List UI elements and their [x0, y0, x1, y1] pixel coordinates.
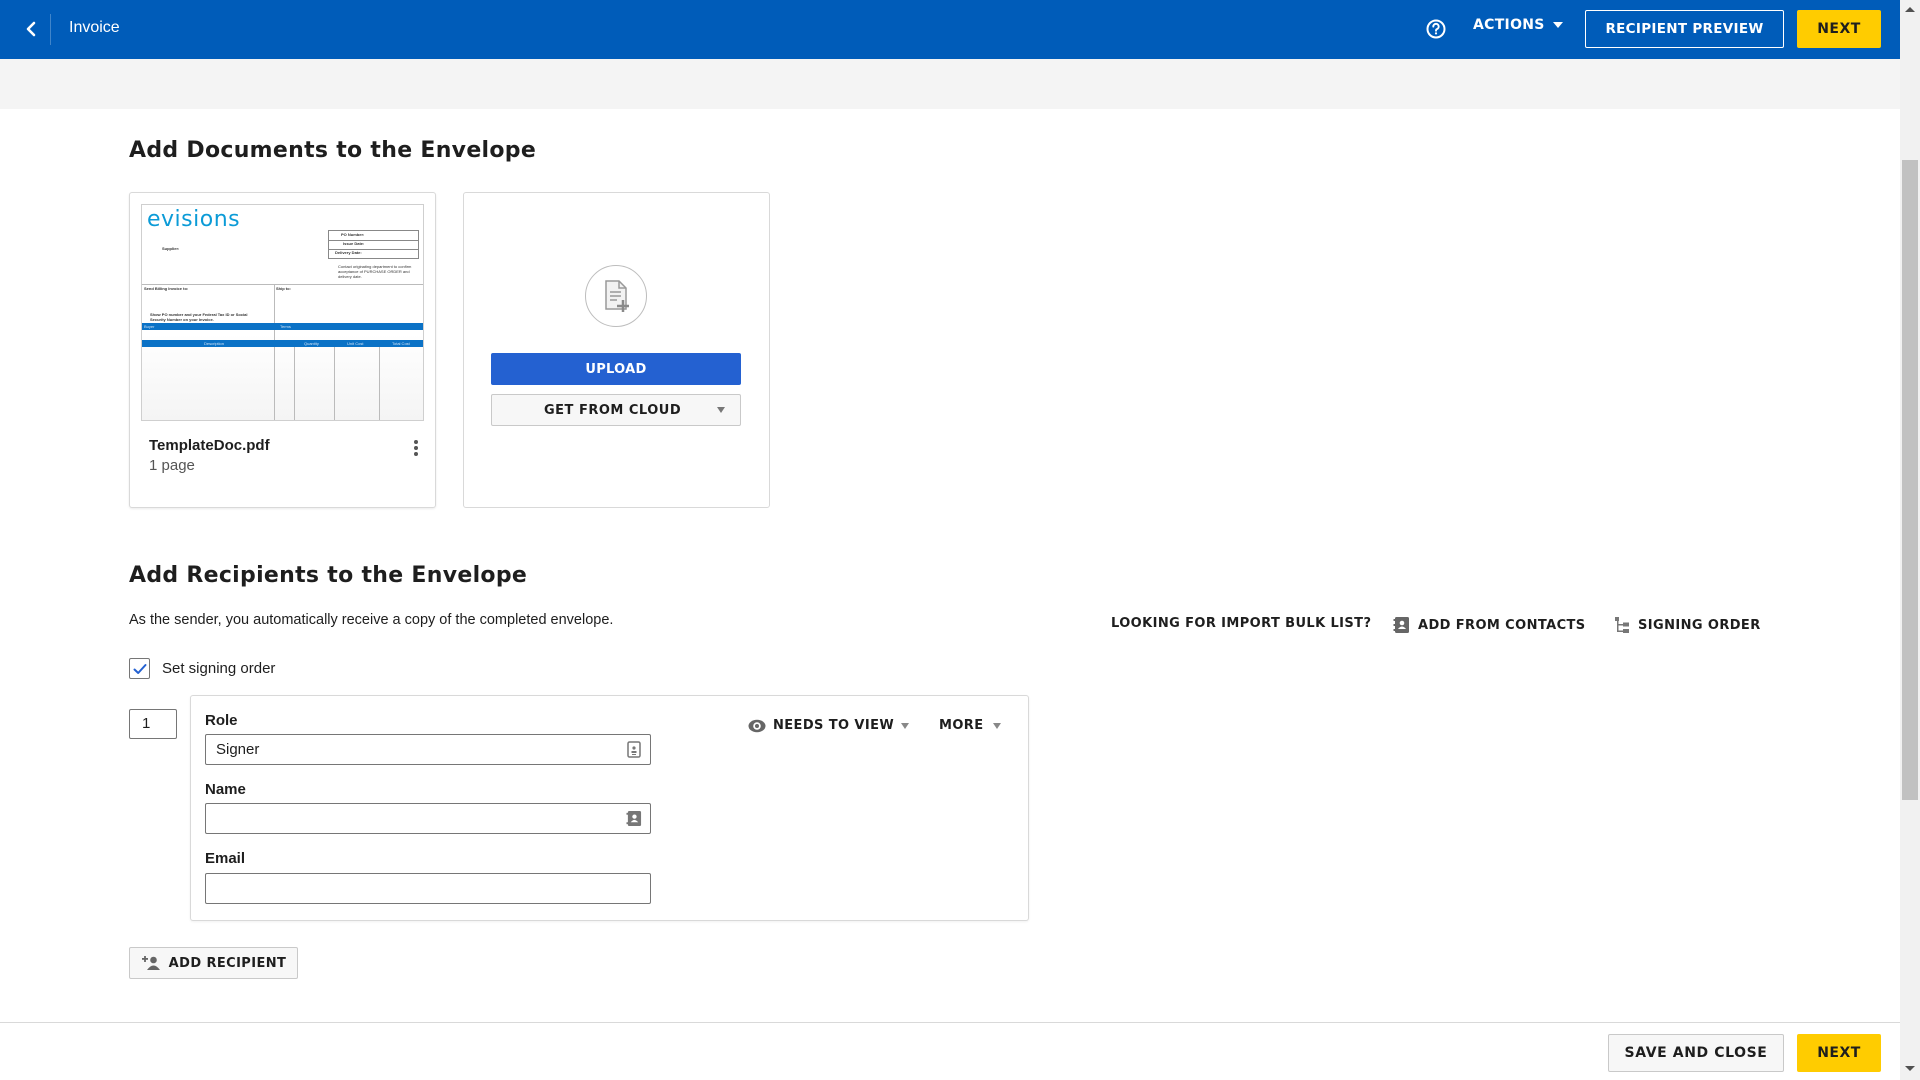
- thumb-delivery-date: Delivery Date:: [335, 250, 362, 255]
- recipient-preview-button[interactable]: RECIPIENT PREVIEW: [1585, 10, 1784, 48]
- recipients-section-title: Add Recipients to the Envelope: [129, 563, 528, 588]
- add-person-icon: [141, 956, 160, 970]
- help-circle-icon: [1426, 19, 1446, 39]
- thumb-items-band: Description Quantity Unit Cost Total Cos…: [142, 340, 423, 347]
- document-name: TemplateDoc.pdf: [149, 437, 270, 454]
- name-input[interactable]: [205, 803, 651, 834]
- signing-order-tree-icon: [1615, 617, 1629, 633]
- add-from-contacts-link[interactable]: ADD FROM CONTACTS: [1393, 616, 1586, 634]
- thumb-col-quantity: Quantity: [304, 341, 319, 346]
- checkmark-icon: [133, 663, 146, 674]
- thumb-terms: Terms: [280, 324, 291, 329]
- thumb-po-box: PO Number: Issue Date: Delivery Date:: [328, 230, 419, 259]
- upload-button[interactable]: UPLOAD: [491, 353, 741, 385]
- thumb-supplier: Supplier:: [162, 246, 180, 251]
- caret-down-icon: [1552, 22, 1563, 28]
- role-value: Signer: [216, 741, 260, 758]
- next-button-top[interactable]: NEXT: [1797, 10, 1881, 48]
- document-more-options-icon[interactable]: [410, 437, 422, 459]
- signing-order-link[interactable]: SIGNING ORDER: [1614, 616, 1761, 634]
- get-from-cloud-dropdown[interactable]: GET FROM CLOUD: [491, 394, 741, 426]
- thumb-po-number: PO Number:: [341, 232, 365, 237]
- recipient-more-dropdown[interactable]: MORE: [939, 718, 1002, 733]
- get-from-cloud-label: GET FROM CLOUD: [544, 403, 682, 418]
- thumb-buyer-band: Buyer Terms: [142, 323, 423, 330]
- save-and-close-button[interactable]: SAVE AND CLOSE: [1608, 1034, 1784, 1072]
- header-divider: [50, 14, 51, 45]
- caret-down-icon: [901, 722, 910, 729]
- scroll-down-arrow-icon[interactable]: [1905, 1066, 1915, 1071]
- thumb-ship-to: Ship to:: [276, 286, 291, 291]
- document-card[interactable]: evisions Supplier: PO Number: Issue Date…: [129, 192, 436, 508]
- name-label: Name: [205, 781, 246, 798]
- app-root: Invoice ACTIONS RECIPIENT PREVIEW NEXT A…: [0, 0, 1900, 1080]
- add-document-icon: [585, 265, 647, 327]
- email-input[interactable]: [205, 873, 651, 904]
- upload-card: UPLOAD GET FROM CLOUD: [463, 192, 770, 508]
- add-recipient-label: ADD RECIPIENT: [168, 955, 287, 971]
- actions-menu-button[interactable]: ACTIONS: [1473, 17, 1563, 33]
- thumb-col-unit-cost: Unit Cost: [347, 341, 364, 346]
- import-bulk-list-label: LOOKING FOR IMPORT BULK LIST?: [1111, 616, 1372, 631]
- documents-section-title: Add Documents to the Envelope: [129, 138, 537, 163]
- signing-order-label: SIGNING ORDER: [1638, 617, 1761, 633]
- thumb-buyer: Buyer: [144, 324, 155, 329]
- recipients-subtitle: As the sender, you automatically receive…: [129, 612, 614, 628]
- email-label: Email: [205, 850, 246, 867]
- document-thumbnail: evisions Supplier: PO Number: Issue Date…: [141, 204, 424, 421]
- caret-down-icon: [717, 407, 725, 413]
- set-signing-order-checkbox-row[interactable]: Set signing order: [129, 658, 275, 679]
- signing-order-number-input[interactable]: 1: [129, 709, 177, 739]
- recipient-action-dropdown[interactable]: NEEDS TO VIEW: [748, 718, 910, 733]
- document-page-count: 1 page: [149, 457, 195, 474]
- top-header: Invoice ACTIONS RECIPIENT PREVIEW NEXT: [0, 0, 1900, 59]
- actions-label: ACTIONS: [1473, 17, 1545, 33]
- vertical-scrollbar[interactable]: [1900, 0, 1920, 1080]
- thumbnail-logo: evisions: [147, 207, 241, 232]
- scrollbar-thumb[interactable]: [1902, 160, 1918, 800]
- contacts-book-icon: [1393, 617, 1409, 633]
- subheader-bar: [0, 59, 1900, 109]
- chevron-left-icon: [26, 21, 36, 37]
- back-button[interactable]: [14, 12, 48, 46]
- caret-down-icon: [993, 722, 1002, 729]
- thumb-col-description: Description: [204, 341, 225, 346]
- set-signing-order-label: Set signing order: [162, 660, 276, 677]
- eye-icon: [748, 719, 766, 732]
- contacts-book-icon[interactable]: [626, 810, 642, 827]
- add-from-contacts-label: ADD FROM CONTACTS: [1418, 617, 1586, 633]
- role-label: Role: [205, 712, 238, 729]
- thumb-tax-note: Show PO number and your Federal Tax ID o…: [150, 312, 248, 322]
- recipient-card: Role Signer Name Email NEEDS TO VIEW MOR…: [190, 695, 1029, 921]
- thumb-contact-note: Contact originating department to confir…: [338, 264, 412, 279]
- help-button[interactable]: [1425, 18, 1447, 40]
- scroll-up-arrow-icon[interactable]: [1905, 7, 1915, 12]
- envelope-title: Invoice: [69, 19, 120, 36]
- thumb-billing: Send Billing Invoice to:: [144, 286, 189, 291]
- recipient-more-label: MORE: [939, 718, 984, 733]
- recipient-action-label: NEEDS TO VIEW: [773, 718, 895, 733]
- role-badge-icon[interactable]: [626, 741, 642, 758]
- next-button-bottom[interactable]: NEXT: [1797, 1034, 1881, 1072]
- role-input[interactable]: Signer: [205, 734, 651, 765]
- thumb-issue-date: Issue Date:: [343, 241, 365, 246]
- set-signing-order-checkbox[interactable]: [129, 658, 150, 679]
- footer-bar: SAVE AND CLOSE NEXT: [0, 1022, 1900, 1080]
- thumb-col-total-cost: Total Cost: [392, 341, 410, 346]
- add-recipient-button[interactable]: ADD RECIPIENT: [129, 947, 298, 979]
- import-bulk-list-link[interactable]: LOOKING FOR IMPORT BULK LIST?: [1111, 616, 1371, 631]
